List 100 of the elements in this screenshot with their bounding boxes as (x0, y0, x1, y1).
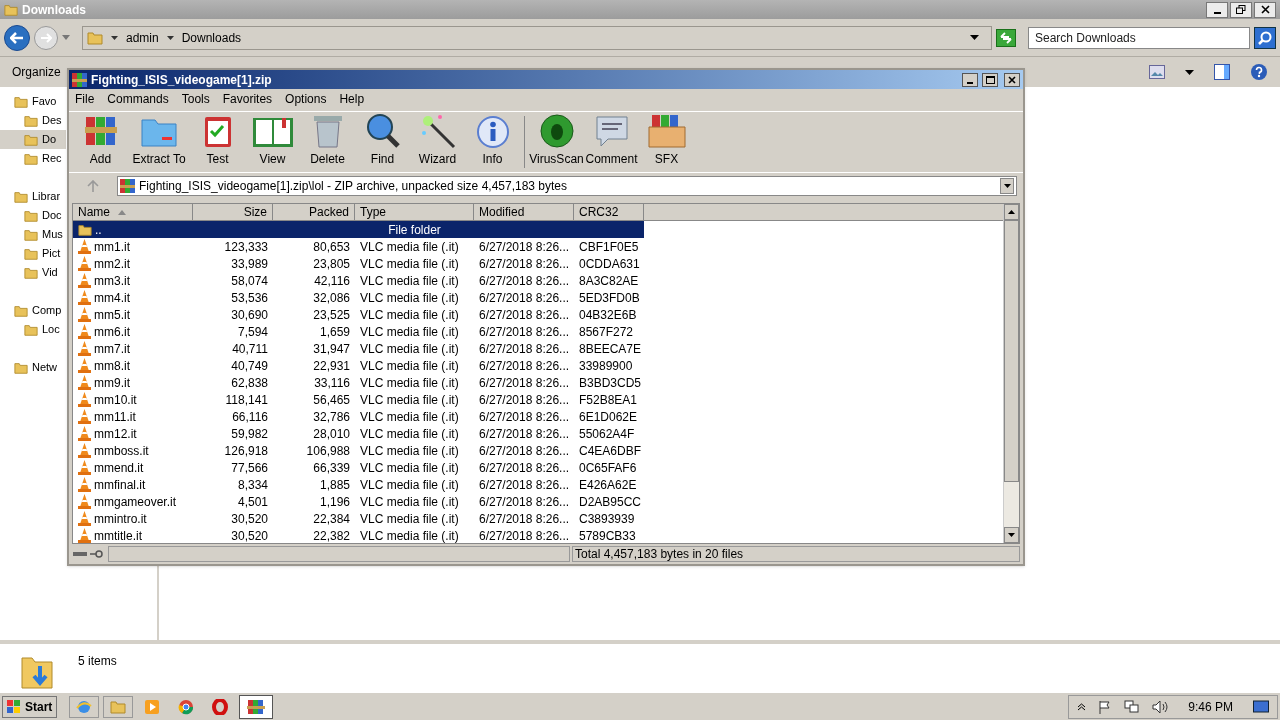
menu-item[interactable]: File (75, 90, 95, 108)
file-row[interactable]: mmintro.it 30,520 22,384 VLC media file (.it) 6/27/2018 8:26... C3893939 (73, 510, 644, 527)
nav-item[interactable]: Rec (0, 149, 66, 168)
file-row[interactable]: mmend.it 77,566 66,339 VLC media file (.it) 6/27/2018 8:26... 0C65FAF6 (73, 459, 644, 476)
file-row[interactable]: mm12.it 59,982 28,010 VLC media file (.it) 6/27/2018 8:26... 55062A4F (73, 425, 644, 442)
search-icon (1258, 30, 1272, 45)
file-row[interactable]: mm10.it 118,141 56,465 VLC media file (.it) 6/27/2018 8:26... F52B8EA1 (73, 391, 644, 408)
maximize-button[interactable] (982, 72, 998, 87)
toolbar-button[interactable]: Info (465, 112, 520, 168)
book-icon (251, 115, 294, 149)
nav-item[interactable]: Vid (0, 263, 66, 282)
file-row[interactable]: mm7.it 40,711 31,947 VLC media file (.it) 6/27/2018 8:26... 8BEECA7E (73, 340, 644, 357)
table-cell-text: 8567F272 (579, 323, 634, 341)
nav-group[interactable]: Favo (0, 92, 66, 111)
nav-item[interactable]: Do (0, 130, 66, 149)
file-row[interactable]: mm9.it 62,838 33,116 VLC media file (.it) 6/27/2018 8:26... B3BD3CD5 (73, 374, 644, 391)
nav-group[interactable]: Netw (0, 358, 66, 377)
refresh-button[interactable] (996, 28, 1016, 47)
toolbar-button[interactable]: SFX (639, 112, 694, 168)
file-row[interactable]: mmtitle.it 30,520 22,382 VLC media file (.it) 6/27/2018 8:26... 5789CB33 (73, 527, 644, 544)
menu-item[interactable]: Commands (107, 90, 169, 108)
file-row[interactable]: mm8.it 40,749 22,931 VLC media file (.it) 6/27/2018 8:26... 33989900 (73, 357, 644, 374)
menu-item[interactable]: Tools (181, 90, 210, 108)
table-cell-text: VLC media file (.it) (360, 323, 459, 341)
pane-icon (1214, 64, 1230, 80)
table-cell-text: mm2.it (94, 255, 130, 273)
toolbar-button[interactable]: Find (355, 112, 410, 168)
clock[interactable]: 9:46 PM (1188, 697, 1233, 716)
table-cell-text: 22,382 (313, 527, 350, 545)
toolbar-button[interactable]: Extract To (128, 112, 190, 168)
close-button[interactable] (1254, 1, 1276, 18)
sort-arrow-icon (118, 209, 126, 215)
file-row[interactable]: mm4.it 53,536 32,086 VLC media file (.it) 6/27/2018 8:26... 5ED3FD0B (73, 289, 644, 306)
show-desktop-icon (1253, 699, 1269, 714)
menu-item[interactable]: Options (285, 90, 327, 108)
toolbar-button[interactable]: Delete (300, 112, 355, 168)
file-row[interactable]: mm5.it 30,690 23,525 VLC media file (.it) 6/27/2018 8:26... 04B32E6B (73, 306, 644, 323)
start-button[interactable]: Start (2, 695, 58, 718)
file-row[interactable]: mm11.it 66,116 32,786 VLC media file (.it) 6/27/2018 8:26... 6E1D062E (73, 408, 644, 425)
toolbar-button[interactable]: VirusScan (529, 112, 584, 168)
traffic-cone-icon (78, 392, 91, 407)
minimize-icon (967, 81, 973, 84)
flag-icon (1098, 699, 1113, 714)
file-row[interactable]: mm1.it 123,333 80,653 VLC media file (.it) 6/27/2018 8:26... CBF1F0E5 (73, 238, 644, 255)
toolbar-button[interactable]: Wizard (410, 112, 465, 168)
nav-item[interactable]: Des (0, 111, 66, 130)
toolbar-button[interactable]: Test (190, 112, 245, 168)
folder-icon (24, 322, 38, 337)
menu-item[interactable]: Help (339, 90, 365, 108)
file-row[interactable]: mmboss.it 126,918 106,988 VLC media file (.it) 6/27/2018 8:26... C4EA6DBF (73, 442, 644, 459)
nav-item[interactable]: Mus (0, 225, 66, 244)
minimize-button[interactable] (1206, 1, 1228, 18)
search-button[interactable] (1254, 26, 1276, 49)
table-cell-text: 6/27/2018 8:26... (479, 408, 570, 426)
path-field[interactable]: Fighting_ISIS_videogame[1].zip\lol - ZIP archive, unpacked size 4,457,183 bytes (117, 176, 1017, 196)
scrollbar-thumb[interactable] (1004, 220, 1019, 482)
nav-item[interactable]: Doc (0, 206, 66, 225)
nav-group[interactable]: Librar (0, 187, 66, 206)
restore-button[interactable] (1230, 1, 1252, 18)
minimize-icon (1213, 11, 1221, 14)
address-field[interactable]: admin Downloads (82, 25, 992, 50)
table-cell-text: 1,659 (319, 323, 350, 341)
file-row[interactable]: mmgameover.it 4,501 1,196 VLC media file (.it) 6/27/2018 8:26... D2AB95CC (73, 493, 644, 510)
table-cell-text: mm1.it (94, 238, 130, 256)
table-cell-text: 55062A4F (579, 425, 635, 443)
file-row[interactable]: mm6.it 7,594 1,659 VLC media file (.it) 6/27/2018 8:26... 8567F272 (73, 323, 644, 340)
back-button[interactable] (4, 24, 30, 51)
file-row[interactable]: mmfinal.it 8,334 1,885 VLC media file (.it) 6/27/2018 8:26... E426A62E (73, 476, 644, 493)
toolbar-button[interactable]: Add (73, 112, 128, 168)
table-cell-text: VLC media file (.it) (360, 391, 459, 409)
toolbar-button[interactable]: Comment (584, 112, 639, 168)
close-button[interactable] (1004, 72, 1020, 87)
table-cell-text: 1,196 (319, 493, 350, 511)
breadcrumb-item[interactable]: admin (126, 28, 159, 47)
search-field[interactable]: Search Downloads (1028, 26, 1250, 49)
file-row[interactable]: mm2.it 33,989 23,805 VLC media file (.it) 6/27/2018 8:26... 0CDDA631 (73, 255, 644, 272)
scroll-up-button[interactable] (1004, 204, 1019, 220)
file-row[interactable]: .. File folder (73, 221, 644, 238)
folder-icon (24, 246, 38, 261)
table-cell-text: 33,989 (231, 255, 268, 273)
table-cell-text: 30,690 (231, 306, 268, 324)
menu-item[interactable]: Favorites (222, 90, 273, 108)
picture-icon (1149, 65, 1165, 79)
file-row[interactable]: mm3.it 58,074 42,116 VLC media file (.it) 6/27/2018 8:26... 8A3C82AE (73, 272, 644, 289)
traffic-cone-icon (78, 341, 91, 356)
organize-menu[interactable]: Organize (12, 63, 61, 81)
taskbar-button[interactable] (239, 694, 274, 719)
scroll-down-button[interactable] (1004, 527, 1019, 543)
nav-item[interactable]: Loc (0, 320, 66, 339)
nav-group[interactable]: Comp (0, 301, 66, 320)
magnifier-icon (364, 113, 401, 149)
table-cell-text: 123,333 (224, 238, 268, 256)
table-cell-text: 6/27/2018 8:26... (479, 425, 570, 443)
breadcrumb-item[interactable]: Downloads (181, 28, 242, 47)
folder-icon (24, 227, 38, 242)
table-cell-text: 6/27/2018 8:26... (479, 391, 570, 409)
table-cell-text: 0CDDA631 (579, 255, 640, 273)
nav-item[interactable]: Pict (0, 244, 66, 263)
minimize-button[interactable] (962, 72, 978, 87)
toolbar-button[interactable]: View (245, 112, 300, 168)
